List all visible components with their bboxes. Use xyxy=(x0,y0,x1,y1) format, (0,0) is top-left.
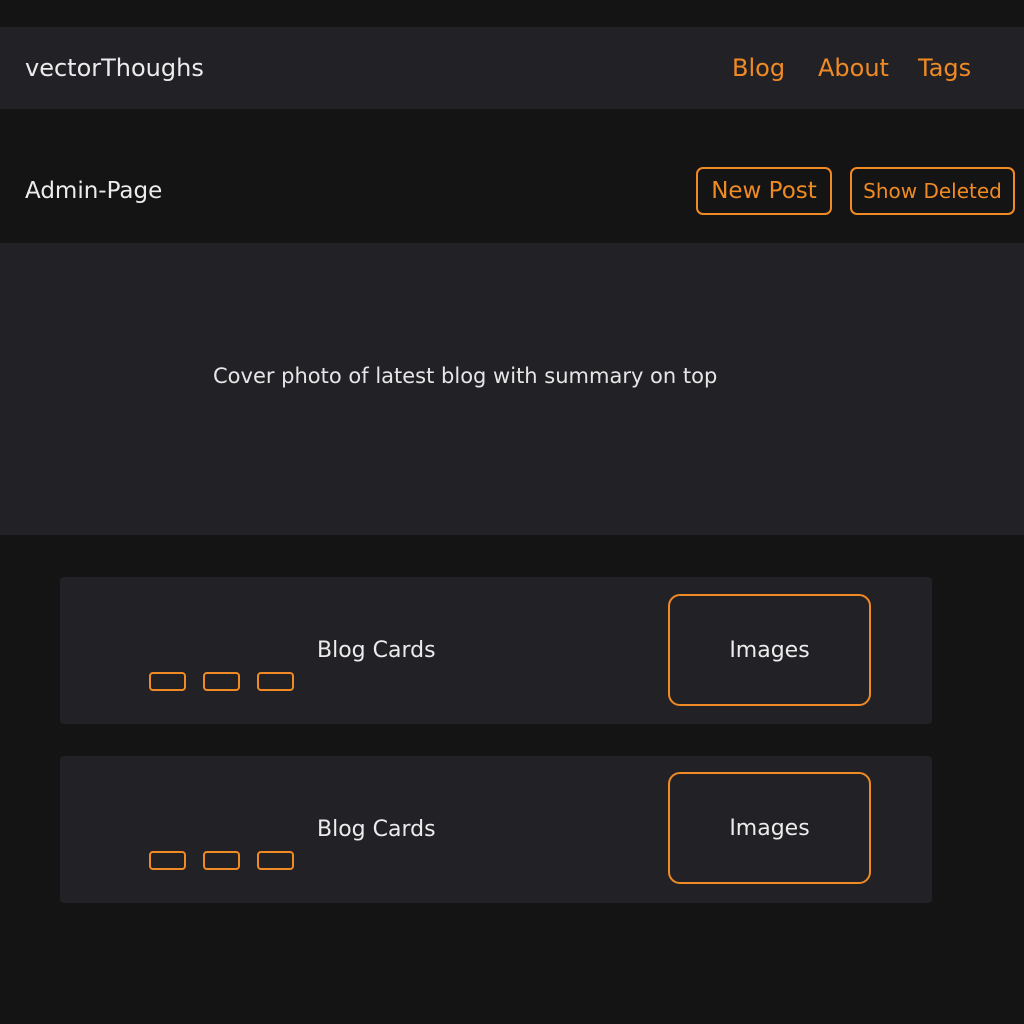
blog-card-tag[interactable] xyxy=(257,851,294,870)
nav-link-blog[interactable]: Blog xyxy=(732,52,785,84)
blog-card-image[interactable]: Images xyxy=(668,594,871,706)
blog-card-tag[interactable] xyxy=(203,672,240,691)
blog-card-image[interactable]: Images xyxy=(668,772,871,884)
new-post-button[interactable]: New Post xyxy=(696,167,832,215)
page-title: Admin-Page xyxy=(25,178,163,204)
blog-card-title: Blog Cards xyxy=(317,638,436,663)
nav-link-about[interactable]: About xyxy=(818,52,889,84)
show-deleted-button[interactable]: Show Deleted xyxy=(850,167,1015,215)
blog-card-tag[interactable] xyxy=(149,851,186,870)
blog-card-image-label: Images xyxy=(729,815,810,841)
hero-summary-text: Cover photo of latest blog with summary … xyxy=(213,364,718,388)
blog-card-image-label: Images xyxy=(729,637,810,663)
blog-card-tag[interactable] xyxy=(149,672,186,691)
blog-card-tag[interactable] xyxy=(257,672,294,691)
hero-cover[interactable]: Cover photo of latest blog with summary … xyxy=(0,243,1024,535)
blog-card-title: Blog Cards xyxy=(317,817,436,842)
brand-logo-text[interactable]: vectorThoughs xyxy=(25,52,204,84)
page: vectorThoughs Blog About Tags Admin-Page… xyxy=(0,0,1024,1024)
blog-card[interactable]: Blog Cards Images xyxy=(60,577,932,724)
blog-card-tag[interactable] xyxy=(203,851,240,870)
blog-card[interactable]: Blog Cards Images xyxy=(60,756,932,903)
navbar: vectorThoughs Blog About Tags xyxy=(0,27,1024,109)
nav-link-tags[interactable]: Tags xyxy=(918,52,971,84)
